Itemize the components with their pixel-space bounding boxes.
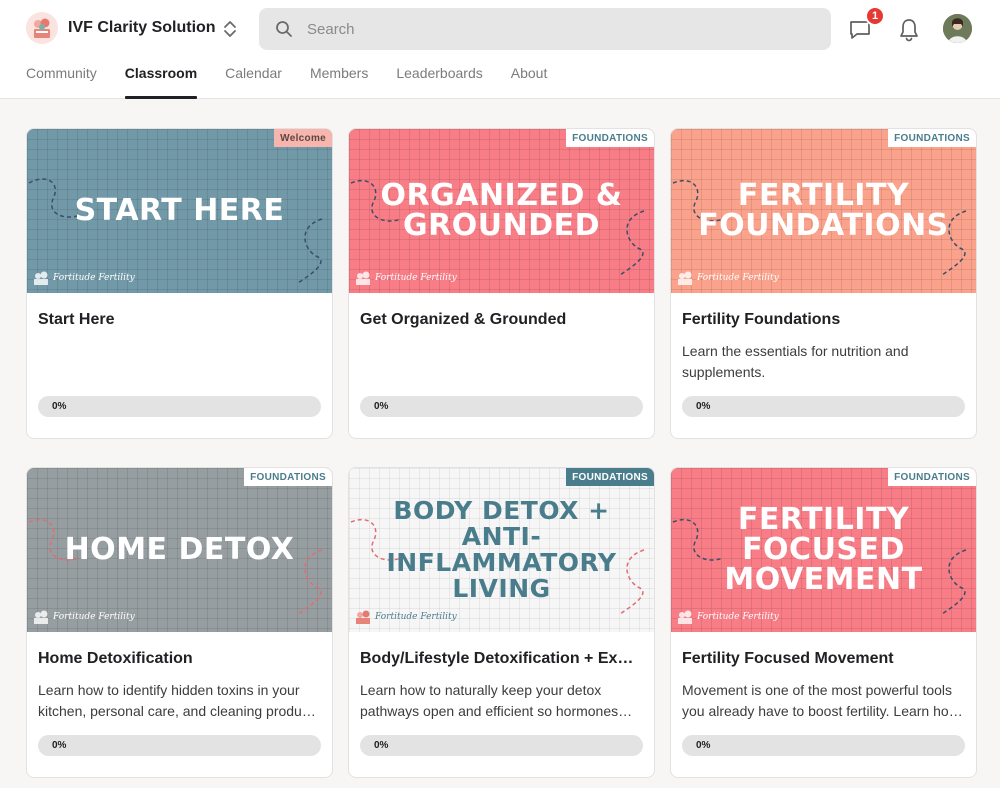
progress-label: 0% (52, 401, 67, 412)
cover-logo: Fortitude Fertility (353, 608, 457, 626)
cover-logo: Fortitude Fertility (675, 608, 779, 626)
course-title[interactable]: Fertility Focused Movement (682, 650, 965, 668)
course-card-start-here[interactable]: START HERE Welcome Fortitude Fertility S… (26, 128, 333, 439)
progress-bar: 0% (360, 735, 643, 756)
fortitude-logo-icon (356, 271, 370, 285)
cover-logo-text: Fortitude Fertility (375, 612, 457, 622)
fortitude-logo-icon (356, 610, 370, 624)
course-card-fertility-foundations[interactable]: FERTILITY FOUNDATIONS FOUNDATIONS Fortit… (670, 128, 977, 439)
course-grid: START HERE Welcome Fortitude Fertility S… (26, 128, 977, 778)
search-input[interactable] (307, 20, 787, 38)
fortitude-logo-icon (678, 610, 692, 624)
search-bar[interactable] (259, 8, 831, 50)
course-title[interactable]: Home Detoxification (38, 650, 321, 668)
fortitude-logo-icon (678, 271, 692, 285)
course-cover: FERTILITY FOUNDATIONS FOUNDATIONS Fortit… (671, 129, 976, 293)
course-tag: FOUNDATIONS (888, 129, 976, 147)
course-description: Learn the essentials for nutrition and s… (682, 343, 909, 380)
cover-logo-text: Fortitude Fertility (375, 273, 457, 283)
course-cover: ORGANIZED & GROUNDED FOUNDATIONS Fortitu… (349, 129, 654, 293)
course-tag: FOUNDATIONS (566, 468, 654, 486)
course-title[interactable]: Get Organized & Grounded (360, 311, 643, 329)
tab-calendar[interactable]: Calendar (225, 64, 282, 99)
brand-name[interactable]: IVF Clarity Solution (68, 19, 216, 37)
course-description: Movement is one of the most powerful too… (682, 682, 959, 719)
course-tag: Welcome (274, 129, 332, 147)
cover-logo-text: Fortitude Fertility (53, 612, 135, 622)
progress-label: 0% (52, 740, 67, 751)
tab-classroom[interactable]: Classroom (124, 64, 198, 99)
course-cover: START HERE Welcome Fortitude Fertility (27, 129, 332, 293)
tab-members[interactable]: Members (310, 64, 368, 99)
progress-bar: 0% (682, 396, 965, 417)
course-title[interactable]: Fertility Foundations (682, 311, 965, 329)
course-card-focused-movement[interactable]: FERTILITY FOCUSED MOVEMENT FOUNDATIONS F… (670, 467, 977, 778)
nav-tabs: Community Classroom Calendar Members Lea… (26, 64, 575, 99)
progress-bar: 0% (360, 396, 643, 417)
cover-logo: Fortitude Fertility (31, 269, 135, 287)
progress-bar: 0% (38, 735, 321, 756)
cover-logo: Fortitude Fertility (675, 269, 779, 287)
cover-logo: Fortitude Fertility (31, 608, 135, 626)
brand-logo-icon[interactable] (26, 12, 58, 44)
course-cover: FERTILITY FOCUSED MOVEMENT FOUNDATIONS F… (671, 468, 976, 632)
progress-label: 0% (374, 401, 389, 412)
progress-label: 0% (696, 740, 711, 751)
tab-about[interactable]: About (511, 64, 548, 99)
progress-bar: 0% (682, 735, 965, 756)
course-title[interactable]: Body/Lifestyle Detoxification + Ex… (360, 650, 643, 668)
tab-leaderboards[interactable]: Leaderboards (396, 64, 482, 99)
course-card-home-detox[interactable]: HOME DETOX FOUNDATIONS Fortitude Fertili… (26, 467, 333, 778)
bell-icon[interactable] (897, 17, 921, 43)
cover-logo-text: Fortitude Fertility (697, 612, 779, 622)
fortitude-logo-icon (34, 610, 48, 624)
switch-community-icon[interactable] (222, 20, 238, 38)
progress-label: 0% (374, 740, 389, 751)
course-card-body-detox[interactable]: BODY DETOX + ANTI-INFLAMMATORY LIVING FO… (348, 467, 655, 778)
course-title[interactable]: Start Here (38, 311, 321, 329)
course-description: Learn how to naturally keep your detox p… (360, 682, 619, 719)
cover-logo-text: Fortitude Fertility (53, 273, 135, 283)
progress-label: 0% (696, 401, 711, 412)
course-cover: BODY DETOX + ANTI-INFLAMMATORY LIVING FO… (349, 468, 654, 632)
search-icon (276, 21, 292, 37)
course-tag: FOUNDATIONS (888, 468, 976, 486)
notification-count-badge: 1 (865, 6, 885, 26)
tab-community[interactable]: Community (26, 64, 97, 99)
brand[interactable]: IVF Clarity Solution (26, 12, 216, 44)
cover-logo-text: Fortitude Fertility (697, 273, 779, 283)
progress-bar: 0% (38, 396, 321, 417)
course-tag: FOUNDATIONS (566, 129, 654, 147)
fortitude-logo-icon (34, 271, 48, 285)
top-header: IVF Clarity Solution 1 (0, 0, 1000, 99)
user-avatar[interactable] (943, 14, 972, 43)
course-tag: FOUNDATIONS (244, 468, 332, 486)
course-description: Learn how to identify hidden toxins in y… (38, 682, 320, 719)
course-card-organized-grounded[interactable]: ORGANIZED & GROUNDED FOUNDATIONS Fortitu… (348, 128, 655, 439)
course-cover: HOME DETOX FOUNDATIONS Fortitude Fertili… (27, 468, 332, 632)
cover-logo: Fortitude Fertility (353, 269, 457, 287)
